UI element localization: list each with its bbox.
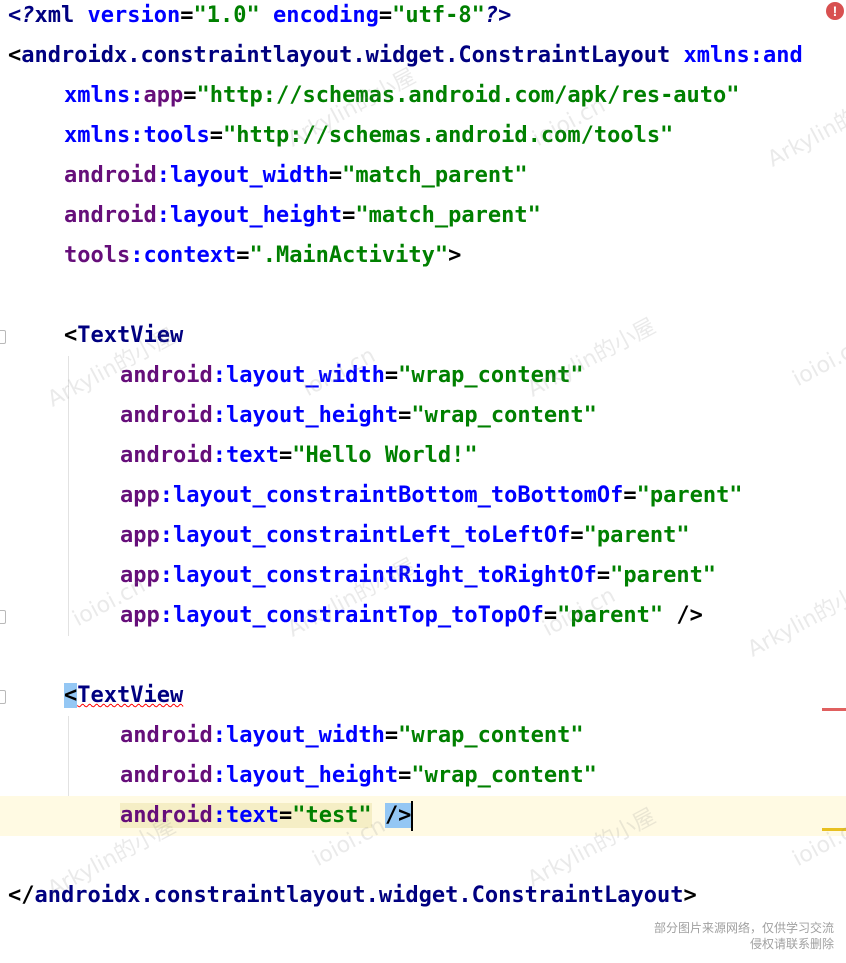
token-attr: encoding xyxy=(272,3,379,28)
token-tag: androidx.constraintlayout.widget.Constra… xyxy=(21,43,671,68)
error-stripe-mark[interactable] xyxy=(822,708,846,711)
code-line-19[interactable]: android:layout_width="wrap_content" xyxy=(0,716,846,756)
copyright-note: 部分图片来源网络，仅供学习交流 侵权请联系删除 xyxy=(654,920,834,952)
code-editor[interactable]: <?xml version="1.0" encoding="utf-8"?> <… xyxy=(0,0,846,963)
code-line-4[interactable]: xmlns:tools="http://schemas.android.com/… xyxy=(0,116,846,156)
code-line-5[interactable]: android:layout_width="match_parent" xyxy=(0,156,846,196)
error-icon[interactable]: ! xyxy=(826,2,844,20)
token-attr: xmlns:and xyxy=(683,43,803,68)
matched-bracket: < xyxy=(64,683,78,708)
code-line-11[interactable]: android:layout_height="wrap_content" xyxy=(0,396,846,436)
token-tag: TextView xyxy=(77,323,184,348)
code-line-6[interactable]: android:layout_height="match_parent" xyxy=(0,196,846,236)
code-line-2[interactable]: <androidx.constraintlayout.widget.Constr… xyxy=(0,36,846,76)
token-namespace: app xyxy=(143,83,184,108)
matched-bracket: /> xyxy=(384,803,412,828)
code-line-15[interactable]: app:layout_constraintRight_toRightOf="pa… xyxy=(0,556,846,596)
token-value: "utf-8" xyxy=(392,3,485,28)
code-line-1[interactable]: <?xml version="1.0" encoding="utf-8"?> xyxy=(0,0,846,36)
code-line-9[interactable]: <TextView xyxy=(0,316,846,356)
caret-stripe-mark[interactable] xyxy=(822,828,846,831)
code-line-14[interactable]: app:layout_constraintLeft_toLeftOf="pare… xyxy=(0,516,846,556)
copyright-line-2: 侵权请联系删除 xyxy=(749,937,834,951)
code-line-20[interactable]: android:layout_height="wrap_content" xyxy=(0,756,846,796)
token-tag-error: TextView xyxy=(77,683,184,708)
copyright-line-1: 部分图片来源网络，仅供学习交流 xyxy=(653,921,834,935)
code-line-23[interactable]: </androidx.constraintlayout.widget.Const… xyxy=(0,876,846,916)
text-caret xyxy=(411,801,414,831)
code-line-12[interactable]: android:text="Hello World!" xyxy=(0,436,846,476)
token-value: "http://schemas.android.com/apk/res-auto… xyxy=(196,83,740,108)
token-attr: version xyxy=(87,3,181,28)
code-line-3[interactable]: xmlns:app="http://schemas.android.com/ap… xyxy=(0,76,846,116)
token-namespace: tools xyxy=(143,123,210,148)
token-tag: androidx.constraintlayout.widget.Constra… xyxy=(34,883,684,908)
code-line-16[interactable]: app:layout_constraintTop_toTopOf="parent… xyxy=(0,596,846,636)
code-line-13[interactable]: app:layout_constraintBottom_toBottomOf="… xyxy=(0,476,846,516)
code-line-10[interactable]: android:layout_width="wrap_content" xyxy=(0,356,846,396)
code-line-21-current[interactable]: android:text="test" /> xyxy=(0,796,846,836)
token-value: "1.0" xyxy=(193,3,260,28)
code-line-7[interactable]: tools:context=".MainActivity"> xyxy=(0,236,846,276)
token-tag: xml xyxy=(34,3,75,28)
token-value: "http://schemas.android.com/tools" xyxy=(222,123,674,148)
token-punct: ?> xyxy=(484,3,512,28)
code-line-18[interactable]: <TextView xyxy=(0,676,846,716)
token-punct: <? xyxy=(8,3,35,28)
